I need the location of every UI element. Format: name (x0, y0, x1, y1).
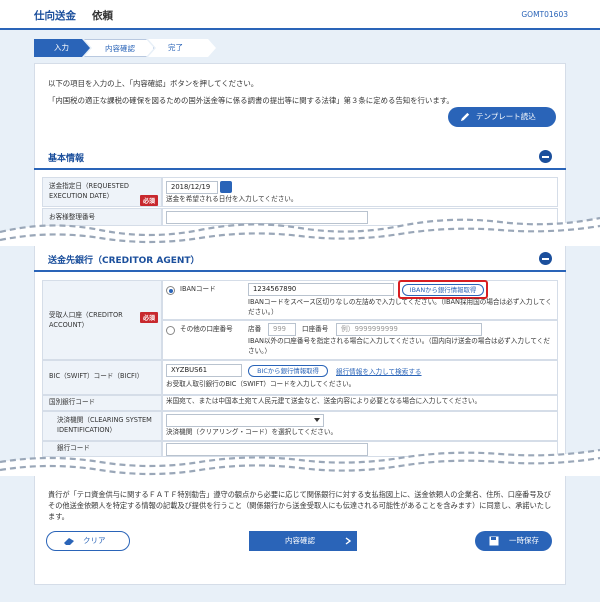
intro-line-2: 「内国税の適正な課税の確保を図るための国外送金等に係る調書の提出等に関する法律」… (48, 96, 454, 105)
calendar-icon[interactable] (220, 181, 232, 193)
other-account-note: IBAN以外の口座番号を指定される場合に入力してください。（国内向け送金の場合は… (248, 337, 550, 355)
confirm-button[interactable]: 内容確認 (249, 531, 357, 551)
required-badge: 必須 (140, 195, 159, 206)
collapse-icon[interactable] (539, 252, 552, 265)
other-account-label: その他の口座番号 (180, 325, 233, 333)
section-break (0, 216, 600, 246)
eraser-icon (64, 538, 74, 545)
creditor-agent-title: 送金先銀行（CREDITOR AGENT） (48, 256, 200, 266)
iban-input[interactable]: 1234567890 (248, 283, 394, 296)
iban-radio[interactable] (166, 286, 175, 295)
account-no-label: 口座番号 (302, 325, 329, 333)
page-title: 仕向送金 (34, 10, 76, 22)
bank-search-link[interactable]: 銀行情報を入力して検索する (336, 366, 422, 376)
step-input: 入力 (34, 39, 90, 57)
step-confirm: 内容確認 (84, 39, 154, 57)
app-header: 仕向送金 依頼 GOMT01603 (0, 0, 600, 30)
domestic-code-label: 国別銀行コード (42, 395, 162, 411)
basic-info-header: 基本情報 (34, 144, 566, 170)
template-load-label: テンプレート読込 (476, 112, 536, 121)
clear-button[interactable]: クリア (46, 531, 130, 551)
fatf-consent-notice: 貴行が「テロ資金供与に関するＦＡＴＦ特別勧告」遵守の観点から必要に応じて関係銀行… (48, 490, 552, 522)
save-draft-button[interactable]: 一時保存 (475, 531, 552, 551)
branch-input[interactable]: 999 (268, 323, 296, 336)
execution-date-input[interactable]: 2018/12/19 (166, 181, 218, 194)
chevron-right-icon (345, 537, 351, 545)
confirm-label: 内容確認 (285, 536, 315, 545)
creditor-agent-header: 送金先銀行（CREDITOR AGENT） (34, 246, 566, 272)
bic-input[interactable]: XYZBUS61 (166, 364, 242, 377)
section-break (0, 448, 600, 476)
iban-radio-label: IBANコード (180, 285, 216, 293)
screen-code: GOMT01603 (521, 10, 568, 19)
clear-label: クリア (83, 536, 106, 545)
iban-note: IBANコードをスペース区切りなしの左詰めで入力してください。（IBAN採用国の… (248, 298, 552, 316)
execution-date-note: 送金を希望される日付を入力してください。 (166, 195, 298, 203)
intro-line-1: 以下の項目を入力の上、「内容確認」ボタンを押してください。 (48, 79, 259, 88)
account-no-input[interactable]: 例）9999999999 (336, 323, 482, 336)
save-icon (489, 536, 499, 546)
step-complete: 完了 (148, 39, 216, 57)
other-account-radio[interactable] (166, 326, 175, 335)
domestic-code-note: 米国宛て、または中国本土宛て人民元建て送金など、送金内容により必要となる場合に入… (166, 397, 482, 405)
highlight-box (398, 280, 488, 299)
basic-info-title: 基本情報 (48, 154, 85, 164)
bic-lookup-button[interactable]: BICから銀行情報取得 (248, 365, 328, 377)
required-badge: 必須 (140, 312, 159, 323)
pencil-icon (460, 112, 470, 122)
chevron-down-icon (314, 418, 320, 422)
clearing-select[interactable] (166, 414, 324, 427)
template-load-button[interactable]: テンプレート読込 (448, 107, 556, 127)
bic-label: BIC（SWIFT）コード（BICFI） (42, 360, 162, 395)
clearing-note: 決済機関（クリアリング・コード）を選択してください。 (166, 428, 338, 436)
collapse-icon[interactable] (539, 150, 552, 163)
page-subtitle: 依頼 (92, 10, 113, 22)
clearing-label: 決済機関（CLEARING SYSTEM IDENTIFICATION） (42, 411, 162, 441)
save-draft-label: 一時保存 (509, 536, 539, 545)
bic-note: お受取人取引銀行のBIC（SWIFT）コードを入力してください。 (166, 380, 356, 388)
branch-label: 店番 (248, 325, 262, 333)
